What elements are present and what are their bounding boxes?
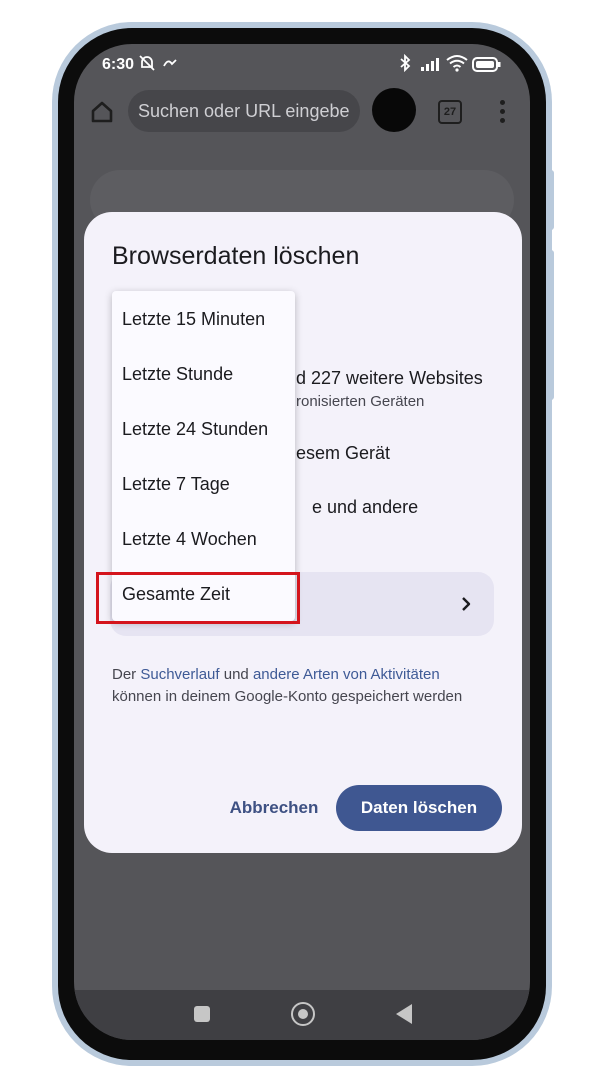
cache-row-title[interactable]: e und andere	[312, 497, 418, 518]
dot-icon	[499, 109, 505, 114]
dropdown-option-15min[interactable]: Letzte 15 Minuten	[122, 309, 265, 330]
search-history-link[interactable]: Suchverlauf	[140, 666, 219, 683]
dialog-title: Browserdaten löschen	[112, 242, 360, 270]
dropdown-option-4w[interactable]: Letzte 4 Wochen	[122, 529, 257, 550]
more-menu-button[interactable]	[498, 100, 506, 124]
home-icon	[91, 101, 113, 123]
clear-data-button[interactable]: Daten löschen	[336, 785, 502, 831]
history-row-title[interactable]: d 227 weitere Websites	[296, 368, 483, 389]
highlight-box	[96, 572, 300, 624]
home-nav-button[interactable]	[291, 1002, 315, 1026]
chevron-right-icon	[462, 597, 471, 611]
status-time: 6:30	[102, 56, 135, 73]
recents-button[interactable]	[194, 1006, 210, 1022]
power-button	[546, 170, 554, 230]
mute-icon	[138, 54, 156, 77]
volume-button	[546, 250, 554, 400]
bluetooth-icon	[398, 53, 412, 77]
wifi-icon	[446, 54, 468, 77]
back-button[interactable]	[396, 1004, 412, 1024]
avatar[interactable]	[372, 88, 416, 132]
dot-icon	[499, 118, 505, 123]
cookies-row-title[interactable]: esem Gerät	[296, 443, 390, 464]
other-activity-link[interactable]: andere Arten von Aktivitäten	[253, 666, 440, 683]
system-nav-bar	[74, 990, 530, 1040]
battery-icon	[472, 57, 502, 78]
cancel-button[interactable]: Abbrechen	[224, 786, 324, 830]
home-button[interactable]	[88, 98, 116, 126]
dot-icon	[499, 100, 505, 105]
signal-icon	[162, 54, 178, 77]
tab-switcher-button[interactable]: 27	[438, 100, 462, 124]
search-input[interactable]: Suchen oder URL eingebe	[128, 90, 360, 132]
dropdown-option-7d[interactable]: Letzte 7 Tage	[122, 474, 230, 495]
history-row-subtitle: ronisierten Geräten	[296, 393, 425, 410]
status-bar: 6:30	[74, 44, 530, 88]
cellular-icon	[420, 56, 440, 77]
dropdown-option-1h[interactable]: Letzte Stunde	[122, 364, 233, 385]
info-text: Der Suchverlauf und andere Arten von Akt…	[112, 666, 463, 705]
dropdown-option-24h[interactable]: Letzte 24 Stunden	[122, 419, 268, 440]
